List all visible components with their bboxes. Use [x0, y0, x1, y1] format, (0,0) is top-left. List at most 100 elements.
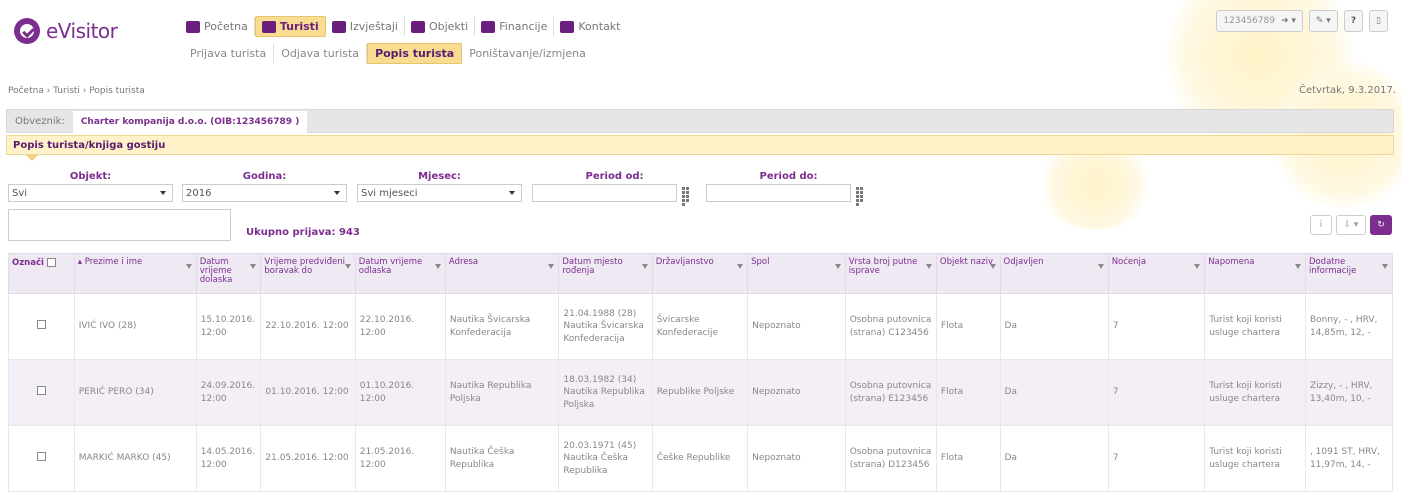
user-menu-button[interactable]: 123456789 ➜ ▾	[1216, 10, 1303, 32]
current-date: Četvrtak, 9.3.2017.	[1299, 85, 1396, 96]
filter-icon[interactable]	[185, 264, 192, 269]
nav-item-financije[interactable]: Financije	[475, 17, 555, 36]
cell-dodatno: Zizzy, - , HRV, 13,40m, 10, -	[1304, 359, 1394, 426]
calendar-icon[interactable]	[680, 185, 694, 206]
help-button[interactable]: ?	[1343, 10, 1364, 32]
table-row[interactable]: MARKIĆ MARKO (45) 14.05.2016. 12:00 21.0…	[8, 425, 1394, 492]
cell-odjavljen: Da	[999, 359, 1109, 426]
mail-icon	[560, 20, 575, 33]
col-oznaci[interactable]: Označi	[8, 253, 75, 294]
filter-icon[interactable]	[989, 264, 996, 269]
nav-item-izvjestaji[interactable]: Izvještaji	[326, 17, 405, 36]
chevron-down-icon	[509, 191, 515, 195]
chart-icon	[331, 20, 346, 33]
sub-nav: Prijava turista Odjava turista Popis tur…	[183, 43, 593, 64]
col-dodatno[interactable]: Dodatne informacije	[1304, 253, 1394, 294]
section-pointer	[26, 155, 38, 161]
subnav-odjava[interactable]: Odjava turista	[274, 44, 368, 63]
refresh-button[interactable]: ↻	[1370, 215, 1392, 235]
bed-icon	[410, 20, 425, 33]
cell-dolazak: 24.09.2016. 12:00	[195, 359, 262, 426]
subnav-prijava[interactable]: Prijava turista	[183, 44, 275, 63]
filter-icon[interactable]	[548, 264, 555, 269]
filter-period-do-input[interactable]	[706, 184, 851, 202]
logo-check-icon	[14, 18, 40, 44]
filter-period-do-label: Period do:	[759, 171, 818, 182]
export-button[interactable]: ⇩ ▾	[1336, 215, 1366, 235]
logo[interactable]: eVisitor	[14, 18, 118, 44]
table-row[interactable]: PERIĆ PERO (34) 24.09.2016. 12:00 01.10.…	[8, 359, 1394, 426]
cell-objekt: Flota	[935, 293, 1001, 360]
search-input[interactable]	[8, 209, 231, 241]
filter-period-od-input[interactable]	[532, 184, 677, 202]
filter-icon[interactable]	[344, 264, 351, 269]
col-prezime[interactable]: ▴ Prezime i ime	[73, 253, 197, 294]
cell-isprava: Osobna putovnica (strana) D123456	[844, 425, 937, 492]
filter-icon[interactable]	[641, 264, 648, 269]
filter-icon[interactable]	[737, 264, 744, 269]
logo-text: eVisitor	[46, 19, 118, 43]
main-nav: Početna Turisti Izvještaji Objekti Finan…	[180, 16, 627, 37]
cell-dolazak: 14.05.2016. 12:00	[195, 425, 262, 492]
wrench-icon: ✎ ▾	[1315, 16, 1331, 26]
col-odlazak[interactable]: Datum vrijeme odlaska	[354, 253, 446, 294]
filter-icon[interactable]	[925, 264, 932, 269]
col-dolazak[interactable]: Datum vrijeme dolaska	[195, 253, 262, 294]
nav-item-kontakt[interactable]: Kontakt	[554, 17, 626, 36]
col-nocenja[interactable]: Noćenja	[1107, 253, 1206, 294]
col-spol[interactable]: Spol	[747, 253, 846, 294]
info-button[interactable]: i	[1310, 215, 1332, 235]
filter-godina-select[interactable]: 2016	[182, 184, 347, 202]
col-rodjenje[interactable]: Datum mjesto rođenja	[558, 253, 653, 294]
filter-icon[interactable]	[1194, 264, 1201, 269]
calendar-icon[interactable]	[854, 185, 868, 206]
filters: Objekt: Svi Godina: 2016 Mjesec: Svi mje…	[8, 171, 868, 206]
subnav-ponistavanje[interactable]: Poništavanje/izmjena	[462, 44, 593, 63]
cell-adresa: Nautika Švicarska Konfederacija	[444, 293, 560, 360]
table-row[interactable]: IVIĆ IVO (28) 15.10.2016. 12:00 22.10.20…	[8, 293, 1394, 360]
cell-odlazak: 21.05.2016. 12:00	[354, 425, 446, 492]
row-checkbox[interactable]	[36, 451, 46, 461]
table-header-row: Označi ▴ Prezime i ime Datum vrijeme dol…	[8, 253, 1394, 294]
total-count: Ukupno prijava: 943	[246, 227, 360, 238]
select-all-checkbox[interactable]	[46, 258, 56, 267]
breadcrumb: Početna › Turisti › Popis turista	[8, 86, 145, 96]
col-napomena[interactable]: Napomena	[1204, 253, 1306, 294]
filter-mjesec-select[interactable]: Svi mjeseci	[357, 184, 522, 202]
user-toolbar: 123456789 ➜ ▾ ✎ ▾ ? ▯	[1216, 10, 1388, 32]
home-icon	[186, 20, 200, 33]
sort-asc-icon: ▴	[77, 257, 85, 267]
nav-item-turisti[interactable]: Turisti	[254, 16, 326, 37]
cell-drzavljanstvo: Republike Poljske	[651, 359, 749, 426]
cell-dodatno: Bonny, - , HRV, 14,85m, 12, -	[1304, 293, 1394, 360]
manual-button[interactable]: ▯	[1369, 10, 1388, 32]
filter-icon[interactable]	[834, 264, 841, 269]
filter-icon[interactable]	[1382, 264, 1388, 269]
filter-icon[interactable]	[434, 264, 441, 269]
filter-icon[interactable]	[250, 264, 257, 269]
obveznik-tab[interactable]: Charter kompanija d.o.o. (OIB:123456789 …	[72, 111, 308, 133]
filter-icon[interactable]	[1294, 264, 1301, 269]
cell-boravak: 22.10.2016. 12:00	[260, 293, 356, 360]
filter-icon[interactable]	[1097, 264, 1104, 269]
chevron-down-icon	[334, 191, 340, 195]
nav-item-objekti[interactable]: Objekti	[405, 17, 476, 36]
cell-isprava: Osobna putovnica (strana) E123456	[844, 359, 937, 426]
tourist-table: Označi ▴ Prezime i ime Datum vrijeme dol…	[8, 253, 1394, 492]
cell-rodjenje: 18.03.1982 (34) Nautika Republika Poljsk…	[558, 359, 653, 426]
col-odjavljen[interactable]: Odjavljen	[999, 253, 1109, 294]
col-isprava[interactable]: Vrsta broj putne isprave	[844, 253, 937, 294]
col-boravak[interactable]: Vrijeme predviđeni boravak do	[260, 253, 356, 294]
cell-adresa: Nautika Češka Republika	[444, 425, 560, 492]
col-adresa[interactable]: Adresa	[444, 253, 560, 294]
row-checkbox[interactable]	[36, 385, 46, 395]
filter-objekt-select[interactable]: Svi	[8, 184, 173, 202]
col-objekt[interactable]: Objekt naziv	[935, 253, 1001, 294]
cell-objekt: Flota	[935, 425, 1001, 492]
subnav-popis[interactable]: Popis turista	[367, 43, 463, 64]
cell-nocenja: 7	[1107, 293, 1206, 360]
col-drzavljanstvo[interactable]: Državljanstvo	[651, 253, 749, 294]
row-checkbox[interactable]	[36, 319, 46, 329]
nav-item-pocetna[interactable]: Početna	[180, 17, 255, 36]
settings-button[interactable]: ✎ ▾	[1308, 10, 1338, 32]
